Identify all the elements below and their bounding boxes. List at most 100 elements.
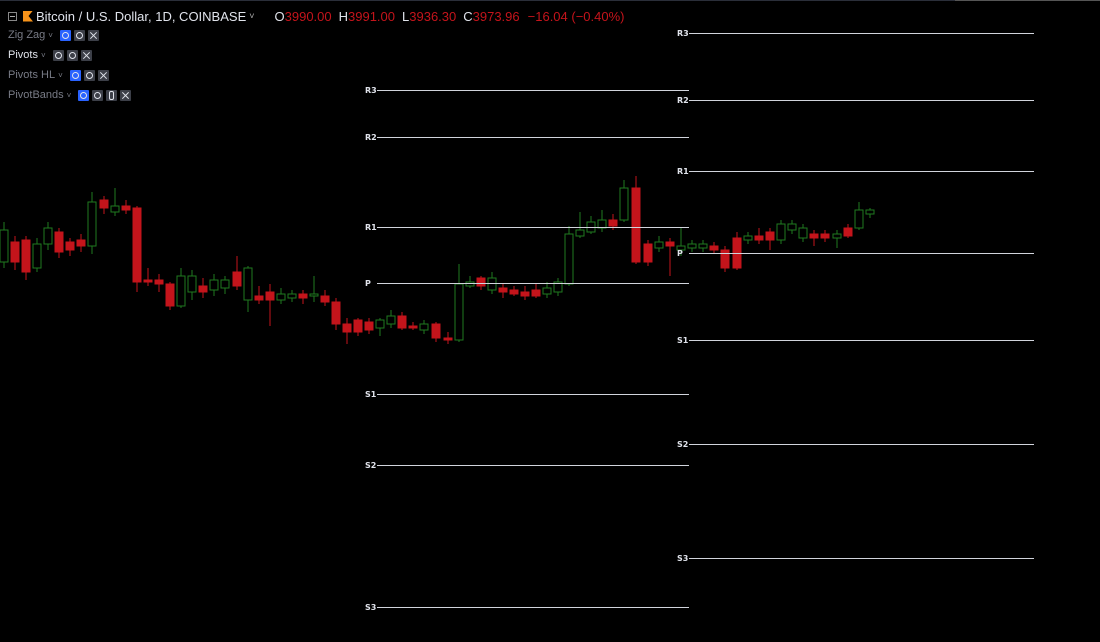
indicator-pivots[interactable]: Pivots ˅ <box>8 45 625 65</box>
candle-body <box>854 209 864 229</box>
candle-body <box>531 289 541 297</box>
candle-body <box>10 241 20 263</box>
chevron-down-icon[interactable]: ˅ <box>48 31 53 40</box>
gear-icon[interactable] <box>73 29 85 41</box>
candle-body <box>765 231 775 241</box>
pivot1-r2-label: R2 <box>365 133 377 142</box>
symbol-title[interactable]: Bitcoin / U.S. Dollar, 1D, COINBASE <box>36 9 246 24</box>
candle-body <box>743 235 753 241</box>
candle-body <box>331 301 341 325</box>
open-value: 3990.00 <box>284 8 332 24</box>
gear-icon[interactable] <box>66 49 78 61</box>
candle-body <box>820 233 830 239</box>
chevron-down-icon[interactable]: ˅ <box>58 71 63 80</box>
top-border <box>0 0 1100 1</box>
candle-body <box>509 289 519 295</box>
candle-body <box>443 337 453 341</box>
pivot1-r1-label: R1 <box>365 223 377 232</box>
candle-body <box>254 295 264 301</box>
low-value: 3936.30 <box>409 8 457 24</box>
indicator-zigzag[interactable]: Zig Zag ˅ <box>8 25 625 45</box>
candle-body <box>209 279 219 291</box>
candle-body <box>754 235 764 241</box>
pivot1-s3-label: S3 <box>365 603 377 612</box>
high-value: 3991.00 <box>348 8 396 24</box>
candle-body <box>454 283 464 341</box>
low-label: L <box>402 8 410 24</box>
indicator-pivots-hl[interactable]: Pivots HL ˅ <box>8 65 625 85</box>
candle-body <box>132 207 142 283</box>
close-icon[interactable] <box>80 49 92 61</box>
candle-body <box>87 201 97 247</box>
candle-body <box>564 233 574 285</box>
indicator-name[interactable]: Zig Zag <box>8 29 45 41</box>
candle-body <box>32 243 42 269</box>
candle-body <box>187 275 197 293</box>
pivot2-r3-line <box>689 33 1034 34</box>
candle-body <box>198 285 208 293</box>
pivot1-s1-label: S1 <box>365 390 377 399</box>
indicator-pivotbands[interactable]: PivotBands ˅ <box>8 85 625 105</box>
candle-body <box>220 279 230 289</box>
indicator-name[interactable]: PivotBands <box>8 89 64 101</box>
pivot2-p-label: P <box>677 249 683 258</box>
candle-body <box>143 279 153 283</box>
pivot1-s3-line <box>377 607 689 608</box>
candle-body <box>832 233 842 239</box>
candle-body <box>809 233 819 239</box>
main-series-row: Bitcoin / U.S. Dollar, 1D, COINBASE ˅ O3… <box>8 7 625 25</box>
pivot1-p-label: P <box>365 279 371 288</box>
candle-body <box>542 287 552 295</box>
pivot2-r1-label: R1 <box>677 167 689 176</box>
candle-body <box>687 243 697 249</box>
candle-body <box>843 227 853 237</box>
bitcoin-icon <box>23 10 33 22</box>
high-label: H <box>338 8 349 24</box>
collapse-icon[interactable] <box>8 11 17 21</box>
candle-body <box>798 227 808 239</box>
eye-icon[interactable] <box>52 49 64 61</box>
candle-body <box>21 239 31 273</box>
source-code-icon[interactable] <box>106 89 118 101</box>
chevron-down-icon[interactable]: ˅ <box>249 11 254 21</box>
eye-icon[interactable] <box>59 29 71 41</box>
candle-body <box>665 241 675 247</box>
chart-legend: Bitcoin / U.S. Dollar, 1D, COINBASE ˅ O3… <box>8 7 625 105</box>
candle-body <box>619 187 629 221</box>
candle-body <box>287 293 297 299</box>
gear-icon[interactable] <box>92 89 104 101</box>
pivot1-r1-line <box>377 227 689 228</box>
pivot2-p-line <box>689 253 1034 254</box>
pivot1-s2-label: S2 <box>365 461 377 470</box>
close-icon[interactable] <box>120 89 132 101</box>
eye-icon[interactable] <box>69 69 81 81</box>
candle-body <box>698 243 708 249</box>
candle-body <box>243 267 253 301</box>
pivot1-r2-line <box>377 137 689 138</box>
candle-body <box>154 279 164 285</box>
candle-body <box>865 209 875 215</box>
gear-icon[interactable] <box>83 69 95 81</box>
close-icon[interactable] <box>97 69 109 81</box>
candle-body <box>298 293 308 299</box>
pivot2-s3-label: S3 <box>677 554 689 563</box>
chevron-down-icon[interactable]: ˅ <box>67 91 72 100</box>
pivot2-r2-label: R2 <box>677 96 689 105</box>
chevron-down-icon[interactable]: ˅ <box>41 51 46 60</box>
candle-body <box>654 241 664 249</box>
eye-icon[interactable] <box>78 89 90 101</box>
candle-body <box>276 293 286 301</box>
pivot1-s1-line <box>377 394 689 395</box>
candle-body <box>386 315 396 325</box>
candle-body <box>43 227 53 245</box>
candle-body <box>375 319 385 329</box>
indicator-name[interactable]: Pivots HL <box>8 69 55 81</box>
candle-body <box>787 223 797 231</box>
candle-body <box>342 323 352 333</box>
candle-body <box>419 323 429 331</box>
close-icon[interactable] <box>87 29 99 41</box>
candle-body <box>54 231 64 253</box>
top-border-accent <box>955 0 1100 1</box>
indicator-name[interactable]: Pivots <box>8 49 38 61</box>
candle-body <box>364 321 374 331</box>
